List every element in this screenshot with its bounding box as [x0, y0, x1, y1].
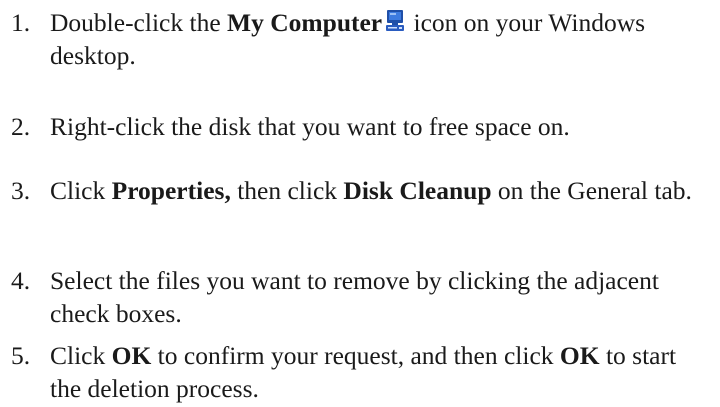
- step-number: 1.: [11, 8, 31, 37]
- step-text: Right-click the disk that you want to fr…: [50, 112, 570, 141]
- ok-label: OK: [111, 341, 152, 370]
- step-5: 5. Click OK to confirm your request, and…: [11, 339, 711, 405]
- step-text-part: Click: [50, 341, 112, 370]
- step-3: 3. Click Properties, then click Disk Cle…: [11, 174, 711, 207]
- step-text: Click Properties, then click Disk Cleanu…: [50, 174, 711, 207]
- step-2: 2. Right-click the disk that you want to…: [11, 110, 711, 143]
- step-text: Click OK to confirm your request, and th…: [50, 339, 711, 405]
- step-text-part: Double-click the: [50, 8, 228, 37]
- my-computer-icon: [385, 8, 405, 32]
- step-4: 4. Select the files you want to remove b…: [11, 264, 711, 330]
- step-number: 4.: [11, 266, 31, 295]
- step-text: Double-click the My Computer icon on you…: [50, 6, 711, 72]
- step-text-part: on the General tab.: [491, 176, 692, 205]
- step-number: 2.: [11, 112, 31, 141]
- ok-label: OK: [559, 341, 600, 370]
- step-text: Select the files you want to remove by c…: [50, 266, 659, 328]
- my-computer-label: My Computer: [227, 8, 383, 37]
- step-text-part: Click: [50, 176, 112, 205]
- instruction-list: 1. Double-click the My Computer icon on …: [0, 0, 720, 407]
- step-number: 5.: [11, 341, 31, 370]
- step-text-part: to confirm your request, and then click: [151, 341, 560, 370]
- step-number: 3.: [11, 176, 31, 205]
- disk-cleanup-label: Disk Cleanup: [343, 176, 492, 205]
- step-text-part: then click: [230, 176, 344, 205]
- step-1: 1. Double-click the My Computer icon on …: [11, 6, 711, 72]
- properties-label: Properties,: [111, 176, 231, 205]
